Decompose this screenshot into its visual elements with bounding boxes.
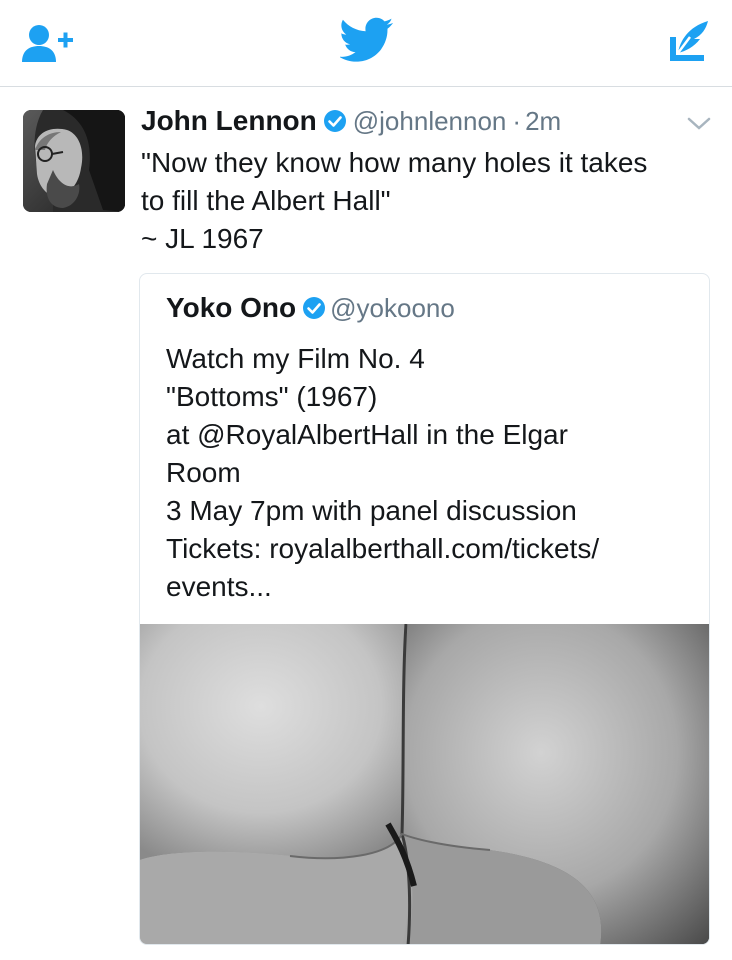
quoted-text-line: Watch my Film No. 4 [166,343,425,374]
twitter-logo[interactable] [339,16,394,64]
tweet-text-line: to fill the Albert Hall" [141,185,391,216]
quoted-author-name: Yoko Ono [166,292,297,323]
twitter-bird-icon [339,17,394,62]
quoted-text-line: Tickets: royalalberthall.com/tickets/ [166,533,600,564]
time-separator: · [512,106,522,136]
bw-photo-image [140,624,709,944]
tweet-timestamp[interactable]: 2m [525,106,561,136]
tweet-header: John Lennon @johnlennon · 2m [141,105,561,145]
chevron-down-icon [687,117,711,130]
compose-tweet-icon [670,21,708,61]
tweet[interactable]: John Lennon @johnlennon · 2m "Now they know… [0,88,732,960]
tweet-menu-button[interactable] [686,116,712,132]
tweet-text-line: ~ JL 1967 [141,223,264,254]
author-handle[interactable]: @johnlennon [353,106,507,136]
quoted-text-line: 3 May 7pm with panel discussion [166,495,577,526]
verified-badge-icon [302,296,326,325]
quoted-tweet-header: Yoko Ono @yokoono [166,292,455,325]
john-lennon-avatar-image [23,110,125,212]
add-user-icon [22,25,73,62]
quoted-text-line: at @RoyalAlbertHall in the Elgar [166,419,568,450]
avatar[interactable] [23,110,125,212]
tweet-text-line: "Now they know how many holes it takes [141,147,648,178]
quoted-tweet-text: Watch my Film No. 4 "Bottoms" (1967) at … [166,340,599,606]
top-nav-bar [0,0,732,87]
quoted-text-line: "Bottoms" (1967) [166,381,378,412]
verified-badge-icon [323,109,347,138]
quoted-tweet-image[interactable] [140,624,709,944]
quoted-author-handle: @yokoono [330,293,455,323]
quoted-text-line: Room [166,457,241,488]
quoted-text-line: events... [166,571,272,602]
quoted-tweet[interactable]: Yoko Ono @yokoono Watch my Film No. 4 "Bo… [139,273,710,945]
author-name[interactable]: John Lennon [141,105,317,136]
tweet-text: "Now they know how many holes it takes t… [141,144,721,258]
compose-tweet-button[interactable] [664,17,714,67]
add-user-button[interactable] [22,22,78,66]
